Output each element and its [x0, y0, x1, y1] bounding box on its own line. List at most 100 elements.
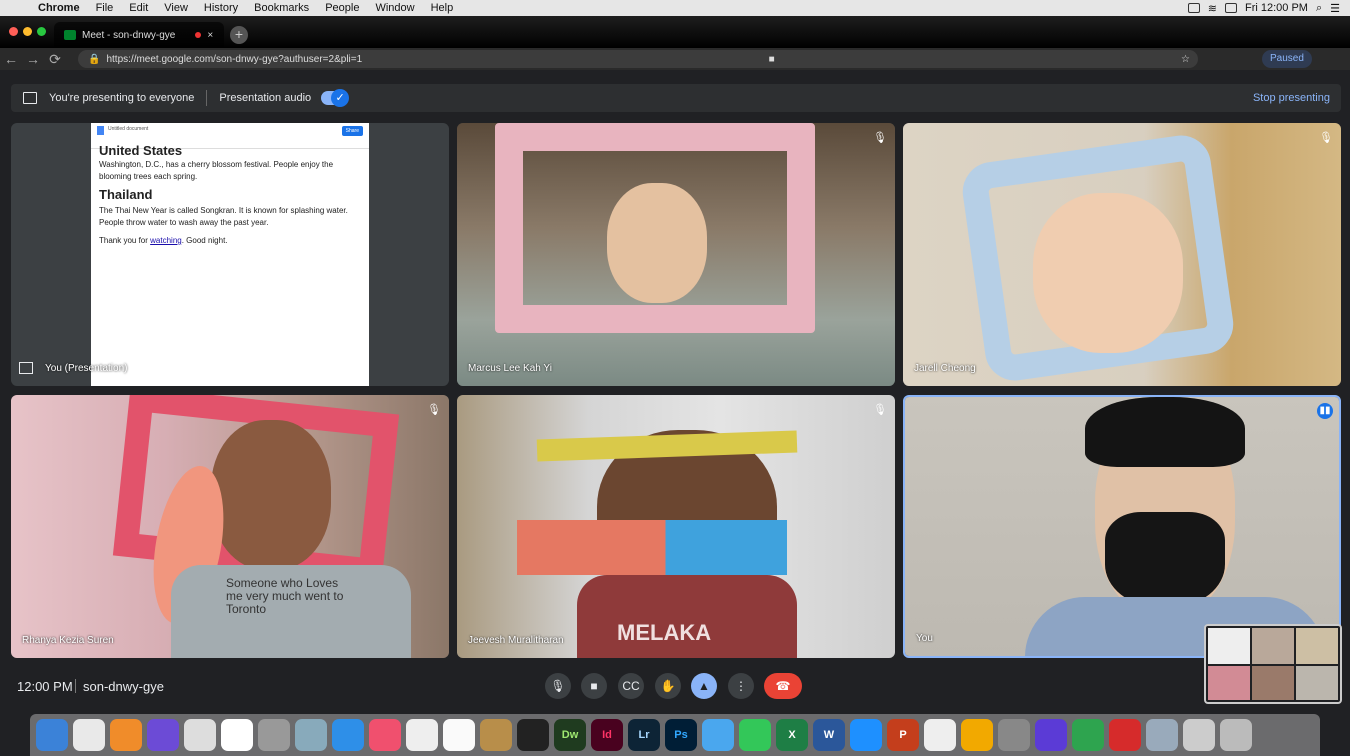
downloads-icon[interactable] — [1183, 719, 1215, 751]
screenshot-icon[interactable] — [1146, 719, 1178, 751]
camera-icon[interactable]: ■ — [769, 54, 775, 65]
browser-tabbar: Meet - son-dnwy-gye × + — [0, 16, 1350, 48]
calendar-icon[interactable] — [221, 719, 253, 751]
doc-closing: Thank you for watching. Good night. — [99, 235, 361, 247]
tile-participant[interactable]: 🎙︎ Jarell Cheong — [903, 123, 1341, 386]
menu-bookmarks[interactable]: Bookmarks — [246, 2, 317, 14]
siri-icon[interactable] — [147, 719, 179, 751]
photos-icon[interactable] — [406, 719, 438, 751]
notes-icon[interactable] — [480, 719, 512, 751]
reminders-icon[interactable] — [443, 719, 475, 751]
tile-presentation[interactable]: Untitled document Share United States Wa… — [11, 123, 449, 386]
doc-share-button: Share — [341, 126, 363, 136]
preview-tile — [1296, 628, 1338, 664]
dreamweaver-icon[interactable]: Dw — [554, 719, 586, 751]
tab-meet[interactable]: Meet - son-dnwy-gye × — [54, 22, 224, 48]
doc-paragraph: Washington, D.C., has a cherry blossom f… — [99, 160, 334, 181]
finder-icon[interactable] — [36, 719, 68, 751]
hair — [1085, 397, 1245, 467]
preview-icon[interactable] — [184, 719, 216, 751]
raise-hand-button[interactable]: ✋ — [655, 673, 681, 699]
safari-icon[interactable] — [332, 719, 364, 751]
child-face — [607, 183, 707, 303]
tile-participant[interactable]: Someone who Loves me very much went to T… — [11, 395, 449, 658]
wifi-icon[interactable]: ≋ — [1208, 2, 1217, 15]
menu-window[interactable]: Window — [367, 2, 422, 14]
meet-icon — [64, 30, 76, 40]
trash-icon[interactable] — [1220, 719, 1252, 751]
launchpad-icon[interactable] — [258, 719, 290, 751]
present-screen-icon — [23, 92, 37, 104]
menu-edit[interactable]: Edit — [121, 2, 156, 14]
presentation-audio-label: Presentation audio — [219, 92, 312, 104]
google-docs-icon — [97, 126, 104, 135]
menu-people[interactable]: People — [317, 2, 367, 14]
presenting-bar: You're presenting to everyone Presentati… — [11, 84, 1341, 112]
profile-paused-button[interactable]: Paused — [1262, 50, 1312, 68]
zoom-window-icon[interactable] — [37, 27, 46, 36]
acrobat-icon[interactable] — [517, 719, 549, 751]
captions-button[interactable]: CC — [618, 673, 644, 699]
recording-icon — [195, 32, 202, 38]
tile-self[interactable]: ▮▮ You — [903, 395, 1341, 658]
menu-history[interactable]: History — [196, 2, 246, 14]
system-preferences-icon[interactable] — [998, 719, 1030, 751]
preview-tile — [1252, 628, 1294, 664]
participant-name: Marcus Lee Kah Yi — [468, 363, 552, 374]
indesign-icon[interactable]: Id — [591, 719, 623, 751]
bookmark-star-icon[interactable]: ☆ — [1181, 54, 1190, 65]
messenger-icon[interactable] — [702, 719, 734, 751]
facetime-icon[interactable] — [739, 719, 771, 751]
minimize-window-icon[interactable] — [23, 27, 32, 36]
shirt-text: MELAKA — [617, 620, 712, 645]
menu-app[interactable]: Chrome — [30, 2, 88, 14]
mic-muted-icon: 🎙︎ — [1319, 132, 1333, 144]
books-icon[interactable] — [110, 719, 142, 751]
notification-center-icon[interactable]: ☰ — [1330, 2, 1340, 15]
mic-muted-icon: 🎙︎ — [873, 132, 887, 144]
acrobat-reader-icon[interactable] — [1109, 719, 1141, 751]
microphone-button[interactable]: 🎙︎ — [545, 673, 571, 699]
app-store-icon[interactable] — [850, 719, 882, 751]
lightroom-icon[interactable]: Lr — [628, 719, 660, 751]
address-bar[interactable]: 🔒 https://meet.google.com/son-dnwy-gye?a… — [78, 50, 1198, 68]
music-icon[interactable] — [369, 719, 401, 751]
airplay-icon[interactable] — [1224, 3, 1237, 13]
back-icon[interactable]: ← — [0, 51, 22, 67]
child-face — [1033, 193, 1183, 353]
imovie-icon[interactable] — [1035, 719, 1067, 751]
numbers-icon[interactable] — [1072, 719, 1104, 751]
menu-file[interactable]: File — [88, 2, 122, 14]
menu-help[interactable]: Help — [423, 2, 462, 14]
camera-button[interactable]: ■ — [581, 673, 607, 699]
chrome-icon[interactable] — [73, 719, 105, 751]
textedit-icon[interactable] — [924, 719, 956, 751]
keynote-icon[interactable] — [961, 719, 993, 751]
more-options-button[interactable]: ⋮ — [728, 673, 754, 699]
forward-icon[interactable]: → — [22, 51, 44, 67]
screen-icon[interactable] — [1187, 3, 1200, 13]
excel-icon[interactable]: X — [776, 719, 808, 751]
spotlight-search-icon[interactable]: ⌕ — [1316, 2, 1322, 15]
new-tab-button[interactable]: + — [230, 26, 248, 44]
present-now-button[interactable]: ▲ — [691, 673, 717, 699]
tile-participant[interactable]: MELAKA 🎙︎ Jeevesh Muralitharan — [457, 395, 895, 658]
doc-title: Untitled document — [108, 126, 149, 132]
mac-menubar: Chrome File Edit View History Bookmarks … — [0, 0, 1350, 16]
mail-icon[interactable] — [295, 719, 327, 751]
close-window-icon[interactable] — [9, 27, 18, 36]
powerpoint-icon[interactable]: P — [887, 719, 919, 751]
screen-share-preview[interactable] — [1204, 624, 1342, 704]
tile-participant[interactable]: 🎙︎ Marcus Lee Kah Yi — [457, 123, 895, 386]
menu-view[interactable]: View — [156, 2, 196, 14]
stop-presenting-button[interactable]: Stop presenting — [1253, 92, 1330, 104]
presentation-audio-toggle[interactable] — [321, 89, 350, 107]
photoshop-icon[interactable]: Ps — [665, 719, 697, 751]
leave-call-button[interactable]: ☎ — [764, 673, 802, 699]
menubar-clock[interactable]: Fri 12:00 PM — [1245, 2, 1308, 14]
word-icon[interactable]: W — [813, 719, 845, 751]
shared-document: Untitled document Share United States Wa… — [91, 123, 369, 386]
close-tab-icon[interactable]: × — [207, 30, 213, 41]
child-face — [211, 420, 331, 570]
reload-icon[interactable]: ⟳ — [44, 51, 66, 68]
